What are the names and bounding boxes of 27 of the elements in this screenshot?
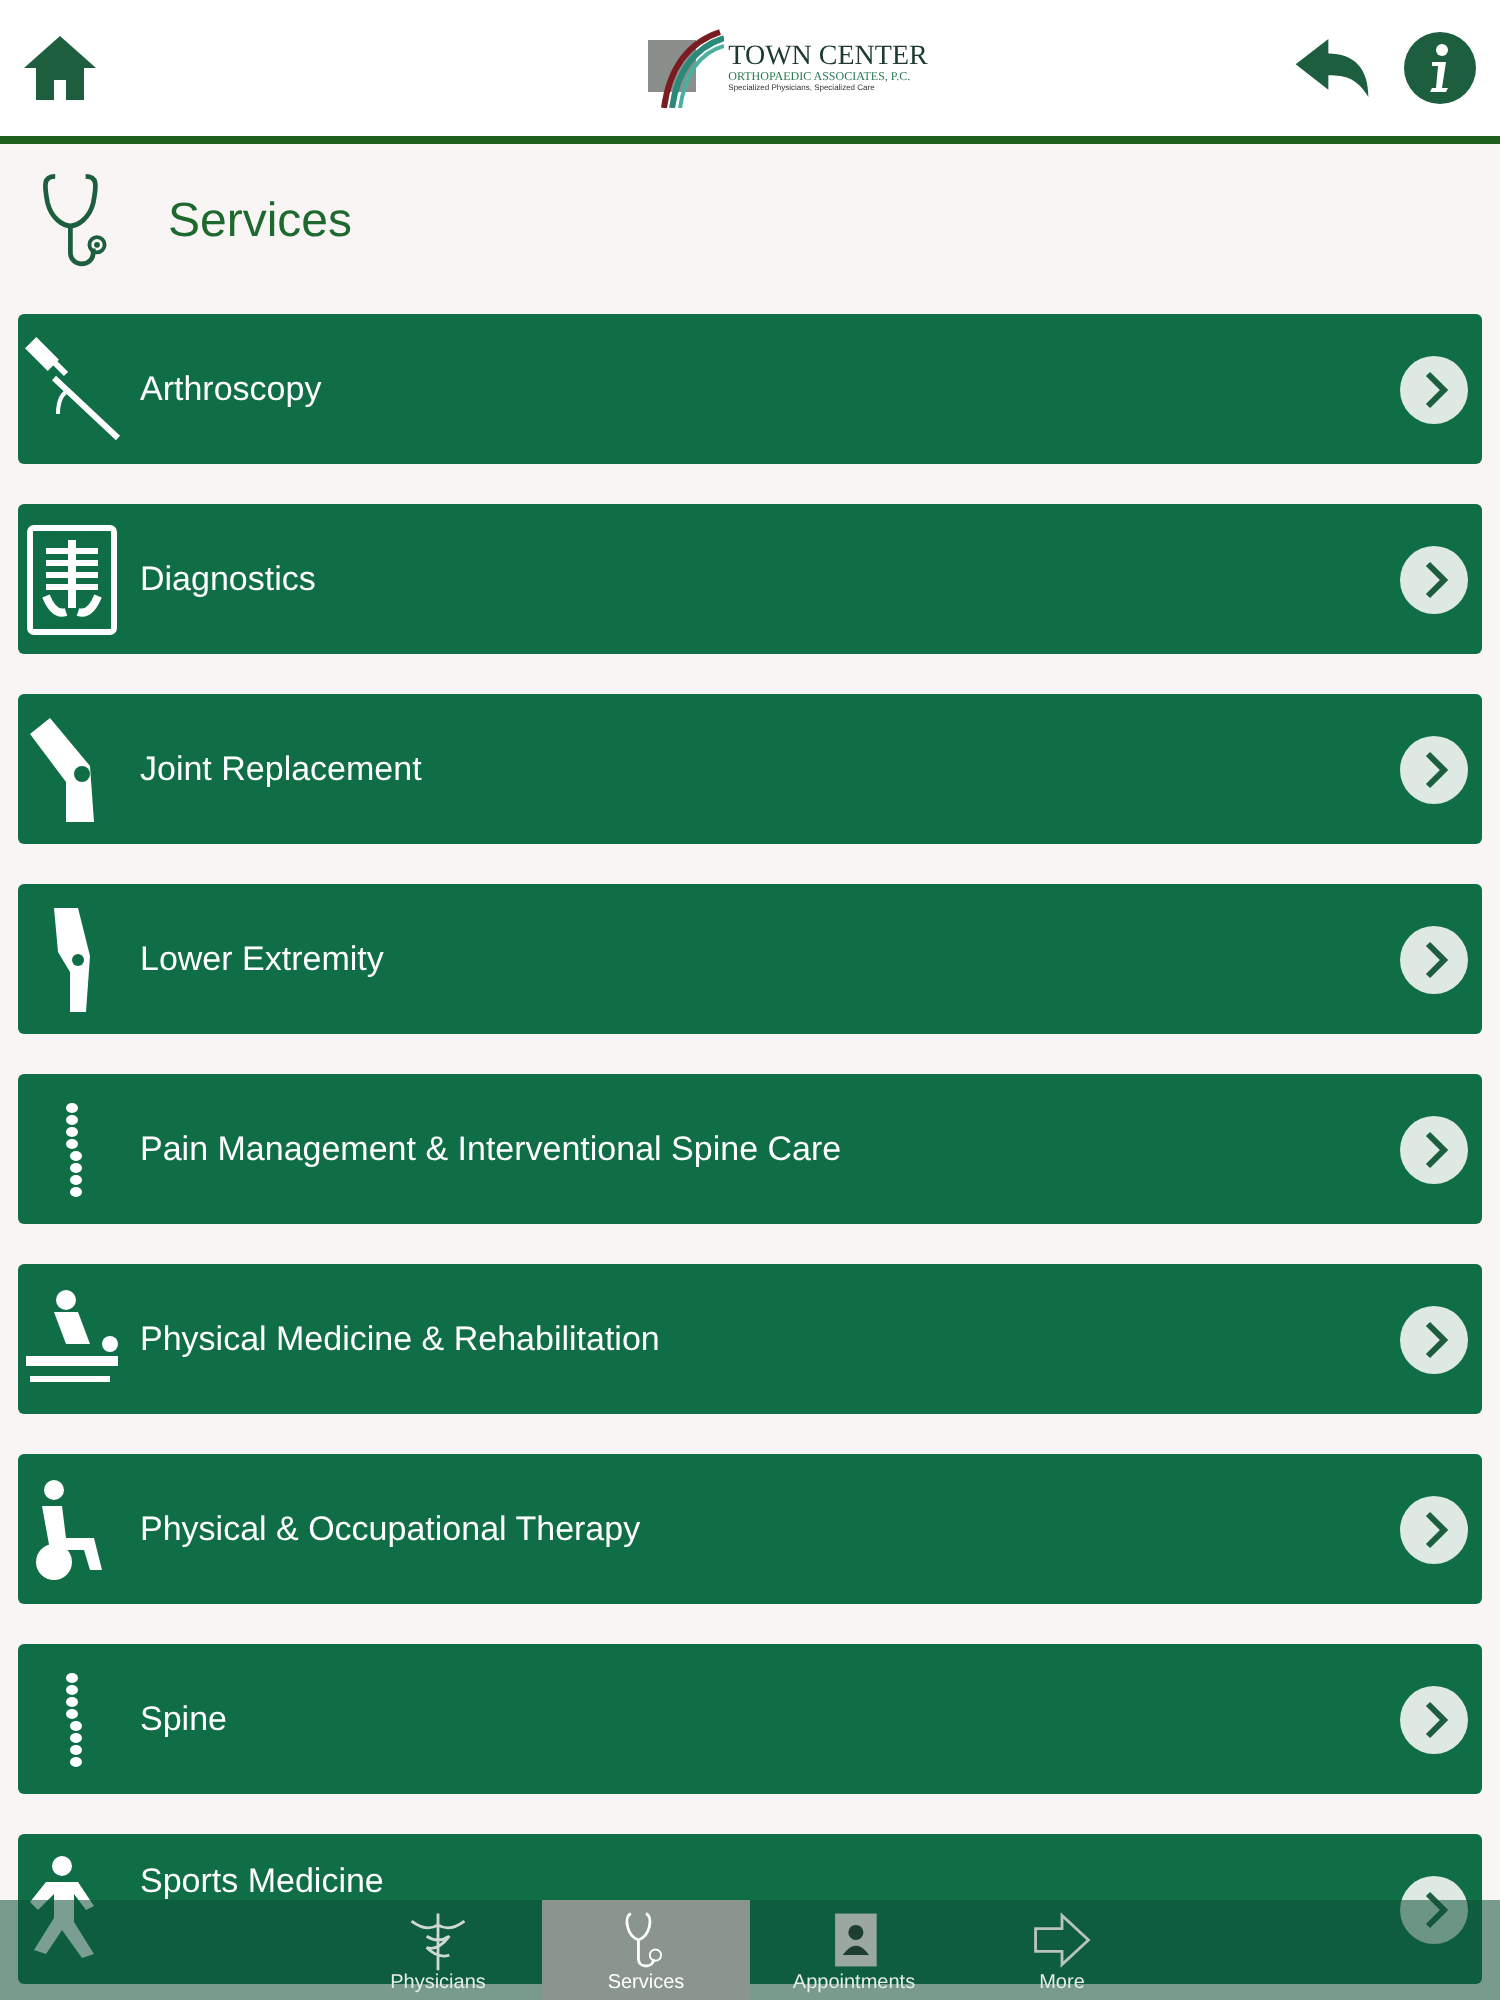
- service-item[interactable]: Joint Replacement: [18, 694, 1482, 844]
- page-title: Services: [168, 194, 353, 250]
- service-item[interactable]: Spine: [18, 1644, 1482, 1794]
- chevron-icon: [1398, 1493, 1470, 1565]
- syringe-icon: [22, 333, 122, 445]
- service-item[interactable]: Arthroscopy: [18, 314, 1482, 464]
- chevron-icon: [1398, 1873, 1470, 1945]
- logo-icon: [644, 28, 725, 108]
- chevron-icon: [1398, 1303, 1470, 1375]
- arrow-icon: [1028, 1908, 1096, 1972]
- service-item[interactable]: Physical Medicine & Rehabilitation: [18, 1264, 1482, 1414]
- leg-icon: [52, 905, 92, 1013]
- info-icon[interactable]: [1400, 28, 1480, 108]
- service-item[interactable]: Physical & Occupational Therapy: [18, 1454, 1482, 1604]
- xray-icon: [22, 523, 122, 635]
- chevron-icon: [1398, 543, 1470, 615]
- chevron-icon: [1398, 733, 1470, 805]
- chevron-icon: [1398, 353, 1470, 425]
- service-item[interactable]: Pain Management & Interventional Spine Care: [18, 1074, 1482, 1224]
- spine-icon: [62, 1671, 82, 1767]
- spine-icon: [62, 1101, 82, 1197]
- logo-name: TOWN CENTER: [728, 44, 928, 72]
- service-item[interactable]: Lower Extremity: [18, 884, 1482, 1034]
- service-item[interactable]: Diagnostics: [18, 504, 1482, 654]
- chevron-icon: [1398, 923, 1470, 995]
- chevron-icon: [1398, 1683, 1470, 1755]
- chevron-icon: [1398, 1113, 1470, 1185]
